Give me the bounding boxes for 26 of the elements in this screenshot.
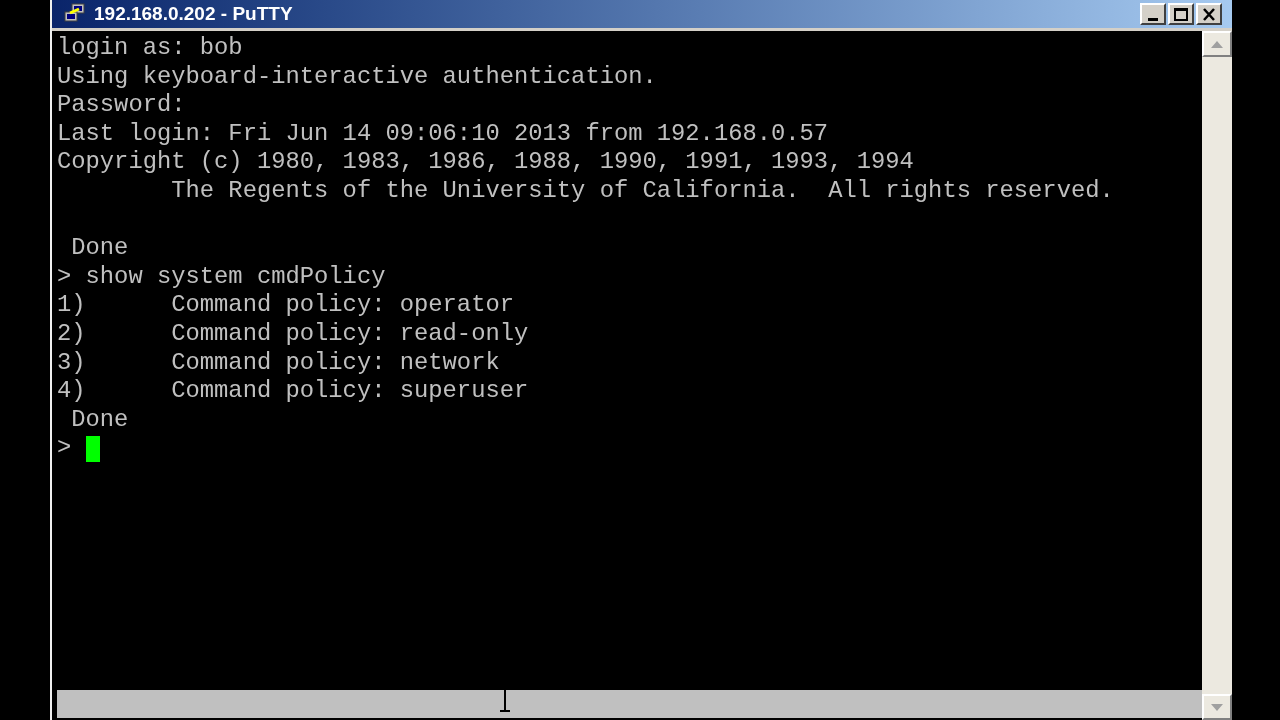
terminal-line: Copyright (c) 1980, 1983, 1986, 1988, 1990, 1991, 1993, 1994 [57, 148, 914, 177]
terminal-line: login as: bob [57, 34, 243, 63]
up-arrow-icon [1211, 40, 1223, 48]
terminal-line: Password: [57, 91, 186, 120]
terminal-line: 1) Command policy: operator [57, 291, 514, 320]
close-icon [1202, 7, 1216, 21]
window-title: 192.168.0.202 - PuTTY [94, 1, 293, 26]
terminal-line: 3) Command policy: network [57, 348, 500, 378]
text-cursor [85, 435, 100, 462]
prompt-symbol: > [57, 434, 72, 463]
terminal-line: The Regents of the University of California. All rights reserved. [170, 176, 1114, 206]
minimize-button[interactable] [1140, 3, 1166, 25]
terminal-line: 4) Command policy: superuser [57, 377, 529, 406]
down-arrow-icon [1211, 703, 1223, 711]
vertical-scrollbar[interactable] [1202, 31, 1232, 720]
scroll-up-button[interactable] [1202, 31, 1232, 57]
terminal-line: > show system cmdPolicy [57, 262, 386, 292]
terminal-line: Done [70, 234, 129, 263]
terminal-line: Done [70, 405, 129, 435]
scroll-down-button[interactable] [1202, 694, 1232, 720]
computer-icon [64, 3, 88, 25]
terminal-line: 2) Command policy: read-only [57, 319, 529, 349]
maximize-button[interactable] [1168, 3, 1194, 25]
terminal-line: Last login: Fri Jun 14 09:06:10 2013 from 192.168.0.57 [57, 119, 829, 149]
close-button[interactable] [1196, 3, 1222, 25]
terminal-line: Using keyboard-interactive authentication. [57, 62, 657, 92]
